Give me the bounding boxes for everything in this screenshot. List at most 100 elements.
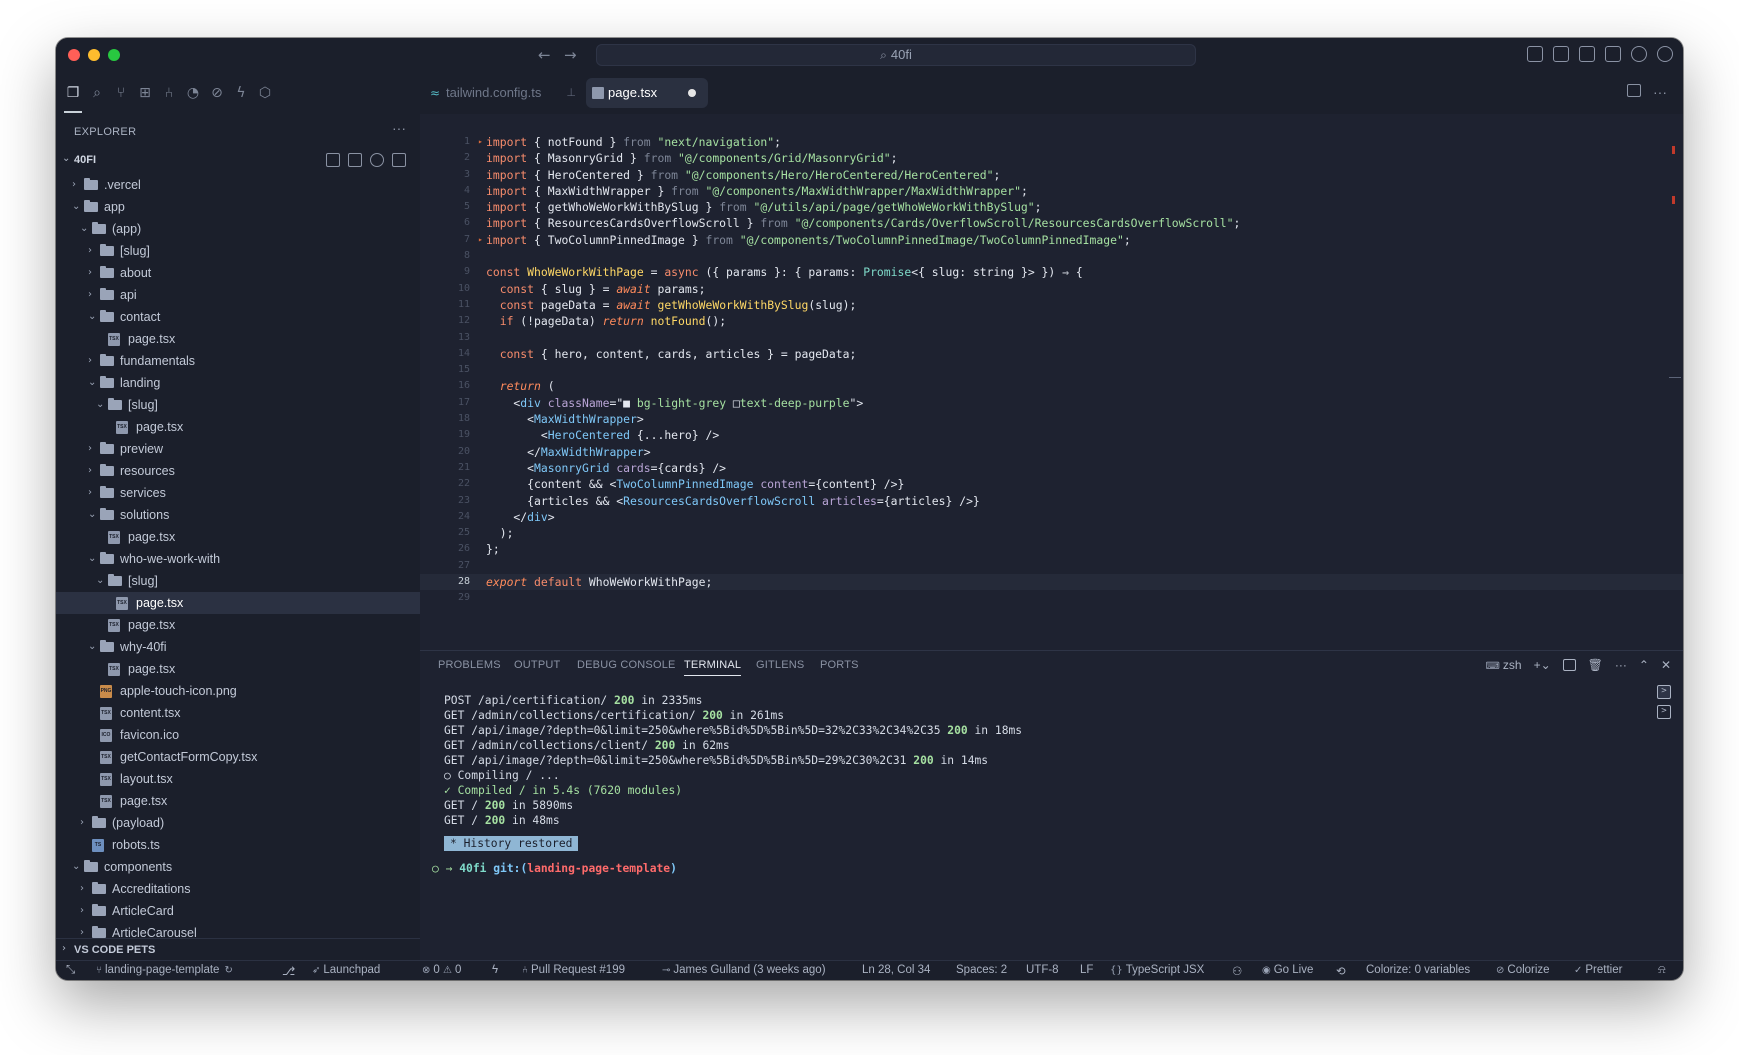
code-line[interactable]: 25 );	[420, 525, 1683, 541]
terminal-instance-icon[interactable]: >	[1657, 685, 1671, 699]
tree-file[interactable]: TSX layout.tsx	[56, 768, 420, 790]
command-center-search[interactable]: ⌕ 40fi	[596, 44, 1196, 66]
panel-tab-debug-console[interactable]: DEBUG CONSOLE	[577, 659, 676, 671]
code-line[interactable]: 21 <MasonryGrid cards={cards} />	[420, 460, 1683, 476]
code-line[interactable]: 13	[420, 330, 1683, 346]
tree-folder[interactable]: ⌄ [slug]	[56, 570, 420, 592]
launchpad-status[interactable]: ➶ Launchpad	[312, 964, 380, 976]
code-line[interactable]: 7 ▸ import { TwoColumnPinnedImage } from "…	[420, 232, 1683, 248]
settings-gear-icon[interactable]	[1657, 46, 1673, 62]
collapse-all-icon[interactable]	[392, 153, 406, 167]
code-line[interactable]: 9 const WhoWeWorkWithPage = async ({ para…	[420, 264, 1683, 280]
new-terminal-icon[interactable]: +⌄	[1534, 658, 1551, 672]
tree-file[interactable]: TS robots.ts	[56, 834, 420, 856]
toggle-panel-icon[interactable]	[1579, 46, 1595, 62]
tree-file[interactable]: TSX content.tsx	[56, 702, 420, 724]
search-icon[interactable]: ⌕	[89, 85, 105, 101]
cursor-position[interactable]: Ln 28, Col 34	[862, 964, 930, 976]
split-terminal-icon[interactable]	[1562, 659, 1576, 671]
copilot-icon[interactable]: ⚇	[1232, 964, 1242, 978]
lightning-icon[interactable]: ϟ	[233, 85, 249, 101]
extensions-icon[interactable]: ⊞	[137, 85, 153, 101]
git-graph-icon[interactable]: ⑃	[161, 85, 177, 101]
code-line[interactable]: 8	[420, 248, 1683, 264]
code-line[interactable]: 11 const pageData = await getWhoWeWorkWi…	[420, 297, 1683, 313]
problems-status[interactable]: ⊗ 0 ⚠ 0	[422, 964, 461, 976]
code-line[interactable]: 26};	[420, 541, 1683, 557]
run-debug-icon[interactable]: ⊘	[209, 85, 225, 101]
new-folder-icon[interactable]	[348, 153, 362, 167]
terminal-shell-label[interactable]: ⌨ zsh	[1485, 658, 1521, 672]
terminal-instance-icon[interactable]: >	[1657, 705, 1671, 719]
tree-folder[interactable]: ⌄ app	[56, 196, 420, 218]
panel-more-icon[interactable]: ···	[1615, 658, 1627, 672]
tree-folder[interactable]: › resources	[56, 460, 420, 482]
close-window-button[interactable]	[68, 49, 80, 61]
source-control-status-icon[interactable]: ⎇	[282, 964, 295, 978]
tree-file[interactable]: PNG apple-touch-icon.png	[56, 680, 420, 702]
tree-folder[interactable]: ⌄ why-40fi	[56, 636, 420, 658]
vscode-pets-section[interactable]: › VS CODE PETS	[56, 938, 420, 960]
tree-folder[interactable]: › fundamentals	[56, 350, 420, 372]
lightning-status-icon[interactable]: ϟ	[492, 964, 498, 976]
code-editor[interactable]: 1 ▸ import { notFound } from "next/navigat…	[420, 134, 1683, 607]
code-line[interactable]: 28 export default WhoWeWorkWithPage;	[420, 574, 1683, 591]
prettier-status[interactable]: ✓ Prettier	[1574, 964, 1622, 976]
tree-file[interactable]: TSX page.tsx	[56, 614, 420, 636]
code-line[interactable]: 3 import { HeroCentered } from "@/compone…	[420, 167, 1683, 183]
branch-status[interactable]: ⑂ landing-page-template ↻	[96, 964, 236, 976]
code-line[interactable]: 2 import { MasonryGrid } from "@/componen…	[420, 150, 1683, 166]
explorer-icon[interactable]: ❐	[65, 85, 81, 101]
customize-layout-icon[interactable]	[1527, 46, 1543, 62]
close-panel-icon[interactable]: ✕	[1661, 658, 1671, 672]
tree-folder[interactable]: ⌄ contact	[56, 306, 420, 328]
panel-tab-ports[interactable]: PORTS	[820, 659, 859, 671]
language-mode[interactable]: {} TypeScript JSX	[1110, 964, 1204, 976]
editor-more-icon[interactable]: ···	[1653, 84, 1667, 100]
tree-folder[interactable]: › api	[56, 284, 420, 306]
new-file-icon[interactable]	[326, 153, 340, 167]
tree-file[interactable]: TSX page.tsx	[56, 658, 420, 680]
tree-folder[interactable]: ⌄ [slug]	[56, 394, 420, 416]
code-line[interactable]: 19 <HeroCentered {...hero} />	[420, 427, 1683, 443]
back-arrow-icon[interactable]: ←	[538, 46, 551, 64]
code-line[interactable]: 22 {content && <TwoColumnPinnedImage con…	[420, 476, 1683, 492]
code-line[interactable]: 20 </MaxWidthWrapper>	[420, 444, 1683, 460]
maximize-window-button[interactable]	[108, 49, 120, 61]
tree-folder[interactable]: › .vercel	[56, 174, 420, 196]
code-line[interactable]: 15	[420, 362, 1683, 378]
code-line[interactable]: 5 import { getWhoWeWorkWithBySlug } from …	[420, 199, 1683, 215]
git-blame-status[interactable]: ⊸ James Gulland (3 weeks ago)	[662, 964, 826, 976]
code-line[interactable]: 24 </div>	[420, 509, 1683, 525]
panel-tab-problems[interactable]: PROBLEMS	[438, 659, 501, 671]
split-editor-icon[interactable]	[1627, 84, 1641, 97]
pin-icon[interactable]: ⊥	[566, 78, 576, 108]
notifications-bell-icon[interactable]: ⍾	[1658, 964, 1666, 977]
panel-tab-terminal[interactable]: TERMINAL	[684, 659, 742, 676]
tree-folder[interactable]: ⌄ solutions	[56, 504, 420, 526]
tree-folder[interactable]: › preview	[56, 438, 420, 460]
more-actions-icon[interactable]: ···	[392, 120, 406, 136]
extension-status-icon[interactable]: ⟲	[1336, 964, 1346, 978]
source-control-icon[interactable]: ⑂	[113, 85, 129, 101]
code-line[interactable]: 16 return (	[420, 378, 1683, 394]
toggle-primary-sidebar-icon[interactable]	[1553, 46, 1569, 62]
encoding-status[interactable]: UTF-8	[1026, 964, 1059, 976]
minimap-slider[interactable]	[1669, 377, 1681, 378]
refresh-icon[interactable]	[370, 153, 384, 167]
colorize-variables-status[interactable]: Colorize: 0 variables	[1366, 964, 1470, 976]
maximize-panel-icon[interactable]: ⌃	[1639, 658, 1649, 672]
code-line[interactable]: 12 if (!pageData) return notFound();	[420, 313, 1683, 329]
terminal-output[interactable]: POST /api/certification/ 200 in 2335ms GE…	[432, 693, 1022, 876]
toggle-secondary-sidebar-icon[interactable]	[1605, 46, 1621, 62]
indentation-status[interactable]: Spaces: 2	[956, 964, 1007, 976]
code-line[interactable]: 14 const { hero, content, cards, article…	[420, 346, 1683, 362]
unsaved-dot-icon[interactable]	[688, 89, 696, 97]
code-line[interactable]: 4 import { MaxWidthWrapper } from "@/comp…	[420, 183, 1683, 199]
gitlens-icon[interactable]: ◔	[185, 85, 201, 101]
colorize-status[interactable]: ⊘ Colorize	[1496, 964, 1550, 976]
tree-file[interactable]: ICO favicon.ico	[56, 724, 420, 746]
account-icon[interactable]	[1631, 46, 1647, 62]
code-line[interactable]: 1 ▸ import { notFound } from "next/navigat…	[420, 134, 1683, 150]
tree-file[interactable]: TSX page.tsx	[56, 790, 420, 812]
